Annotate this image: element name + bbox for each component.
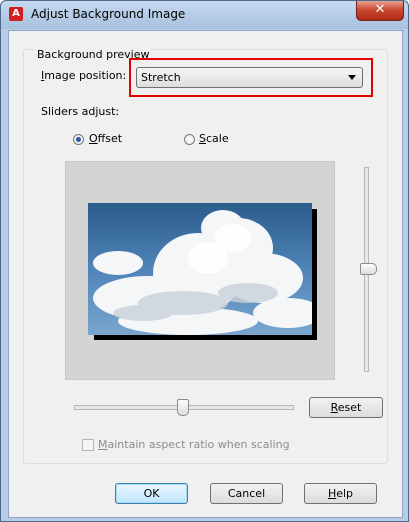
help-hotkey: H [327,487,337,500]
title-bar[interactable]: A Adjust Background Image ✕ [1,1,408,29]
help-button[interactable]: Help [304,483,377,504]
close-button[interactable]: ✕ [356,1,404,21]
scale-label-rest: cale [205,132,229,145]
scale-hotkey: S [199,132,206,145]
maintain-aspect-hotkey: M [98,438,108,451]
offset-radio-label[interactable]: Offset [89,132,122,145]
image-position-dropdown[interactable]: Stretch [136,67,363,88]
vertical-slider-thumb[interactable] [360,263,377,275]
scale-radio-label[interactable]: Scale [199,132,229,145]
autocad-app-icon: A [9,7,23,21]
sliders-adjust-label: Sliders adjust: [41,105,120,118]
cloud-sky-image [88,203,312,335]
close-icon: ✕ [374,2,386,17]
preview-image [88,203,312,335]
dialog-client-area: Background preview Image position: Stret… [8,30,403,518]
image-position-label-rest: mage position: [44,69,127,82]
reset-button[interactable]: Reset [309,397,383,418]
horizontal-slider-thumb[interactable] [177,399,189,416]
ok-button[interactable]: OK [115,483,188,504]
dialog-window: A Adjust Background Image ✕ Background p… [0,0,409,522]
reset-label-rest: eset [337,401,362,414]
offset-hotkey: O [89,132,98,145]
offset-radio[interactable] [73,134,84,145]
help-label-rest: elp [336,487,354,500]
image-position-label: Image position: [41,69,126,82]
maintain-aspect-label[interactable]: Maintain aspect ratio when scaling [98,438,290,451]
image-position-selected: Stretch [141,71,181,84]
window-title: Adjust Background Image [31,7,186,21]
scale-radio[interactable] [184,134,195,145]
cancel-button[interactable]: Cancel [210,483,283,504]
maintain-aspect-label-rest: aintain aspect ratio when scaling [107,438,290,451]
chevron-down-icon[interactable] [348,75,356,80]
reset-hotkey: R [330,401,338,414]
offset-label-rest: ffset [97,132,123,145]
maintain-aspect-checkbox[interactable] [82,439,94,451]
